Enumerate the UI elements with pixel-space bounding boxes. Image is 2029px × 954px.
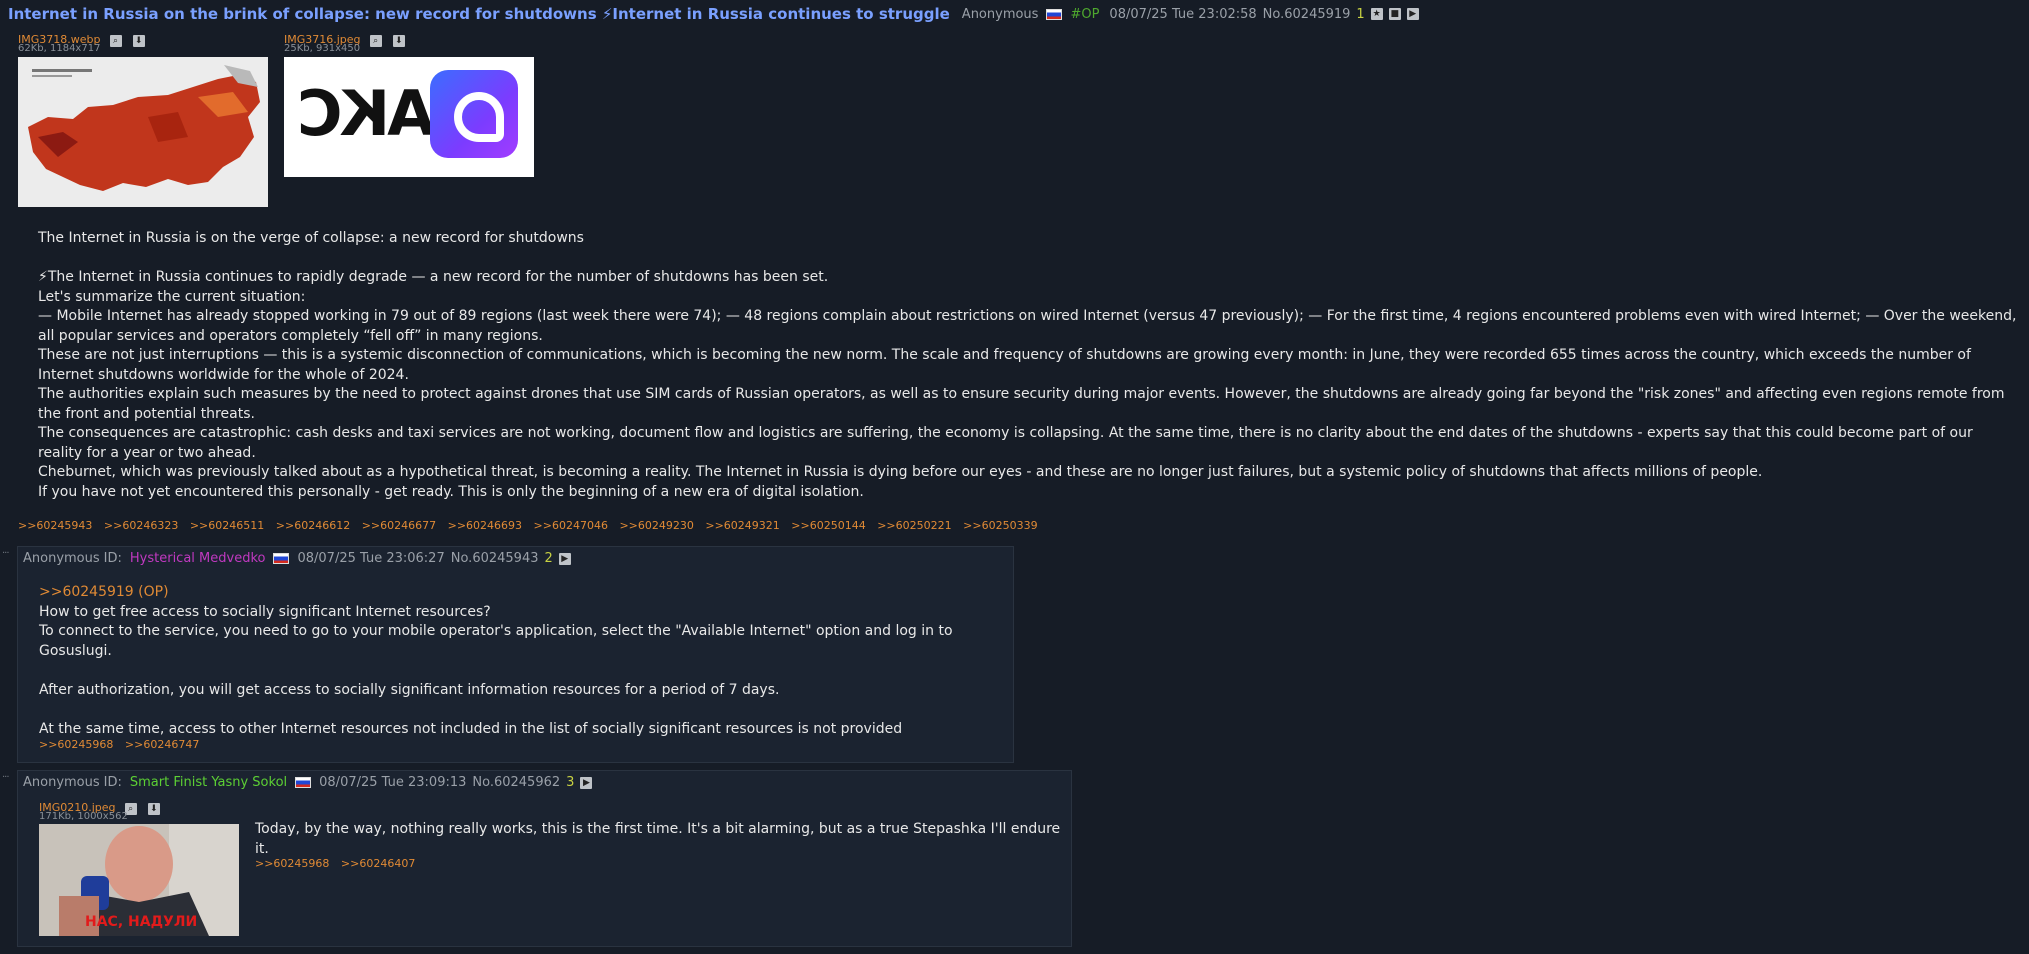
reply-backlinks: >>60245968 >>60246407 (255, 857, 423, 870)
poster-id[interactable]: Hysterical Medvedko (130, 551, 266, 566)
reply-body-blank (39, 700, 1004, 720)
photo-caption: НАС, НАДУЛИ (85, 914, 198, 930)
reply-link[interactable]: >>60249230 (619, 519, 693, 532)
post-author: Anonymous (23, 551, 100, 566)
post-reply-count: 3 (566, 775, 575, 790)
reply-body: >>60245919 (OP) How to get free access t… (39, 583, 1004, 739)
reply-link[interactable]: >>60246407 (341, 857, 415, 870)
op-reply-count: 1 (1356, 6, 1365, 22)
quote-link[interactable]: >>60245919 (OP) (39, 583, 1004, 603)
reply-body-line: How to get free access to socially signi… (39, 603, 491, 620)
op-header: Internet in Russia on the brink of colla… (8, 4, 1425, 24)
hide-icon[interactable]: ■ (1388, 8, 1401, 20)
maks-logo-thumbnail[interactable]: МАКС (284, 57, 534, 177)
russia-flag-icon (1046, 8, 1063, 20)
menu-arrow-icon[interactable]: ▶ (580, 776, 593, 789)
thread-title: Internet in Russia on the brink of colla… (8, 5, 950, 23)
search-icon[interactable]: ⌕ (369, 35, 382, 47)
post-number[interactable]: No.60245943 (451, 551, 539, 566)
op-body-line: Let's summarize the current situation: (38, 288, 306, 305)
reply-link[interactable]: >>60250339 (963, 519, 1037, 532)
reply-link[interactable]: >>60245943 (18, 519, 92, 532)
photo-thumbnail[interactable]: НАС, НАДУЛИ (39, 824, 239, 936)
op-body-line: If you have not yet encountered this per… (38, 483, 864, 500)
russia-map-thumbnail[interactable] (18, 57, 268, 207)
op-post-number[interactable]: No.60245919 (1263, 7, 1351, 22)
op-body-line: The authorities explain such measures by… (38, 386, 2005, 422)
reply-body: Today, by the way, nothing really works,… (255, 820, 1065, 859)
russia-flag-icon (273, 553, 290, 564)
reply-link[interactable]: >>60246612 (276, 519, 350, 532)
download-icon[interactable]: ⬇ (132, 35, 145, 47)
op-body-line: The Internet in Russia is on the verge o… (38, 230, 584, 246)
thread-dots-icon: ··· (2, 772, 9, 783)
file-info: 25Kb, 931x450 (284, 43, 361, 54)
download-icon[interactable]: ⬇ (392, 35, 405, 47)
file-info: 62Kb, 1184x717 (18, 43, 101, 54)
post-author: Anonymous (23, 775, 100, 790)
op-body-line: ⚡The Internet in Russia continues to rap… (38, 269, 829, 285)
thread-dots-icon: ··· (2, 548, 9, 559)
op-body-line: — Mobile Internet has already stopped wo… (38, 308, 2017, 344)
search-icon[interactable]: ⌕ (109, 35, 122, 47)
reply-link[interactable]: >>60245968 (255, 857, 329, 870)
reply-link[interactable]: >>60250221 (877, 519, 951, 532)
reply-link[interactable]: >>60247046 (534, 519, 608, 532)
op-tag: #OP (1070, 6, 1100, 22)
post-datetime: 08/07/25 Tue 23:06:27 (297, 551, 445, 566)
reply-link[interactable]: >>60249321 (705, 519, 779, 532)
reply-header: Anonymous ID: Hysterical Medvedko 08/07/… (23, 551, 577, 566)
reply-backlinks: >>60245968 >>60246747 (39, 738, 207, 751)
reply-body-line: Today, by the way, nothing really works,… (255, 821, 1061, 857)
op-body-line: These are not just interruptions — this … (38, 347, 1971, 383)
op-body-line: The consequences are catastrophic: cash … (38, 425, 1973, 461)
op-body-blank (38, 249, 2018, 269)
reply-link[interactable]: >>60245968 (39, 738, 113, 751)
reply-header: Anonymous ID: Smart Finist Yasny Sokol 0… (23, 775, 598, 790)
reply-body-blank (39, 661, 1004, 681)
reply-body-line: To connect to the service, you need to g… (39, 623, 953, 659)
maks-app-icon (430, 70, 518, 158)
reply-body-line: At the same time, access to other Intern… (39, 720, 903, 737)
poster-id[interactable]: Smart Finist Yasny Sokol (130, 775, 287, 790)
reply-link[interactable]: >>60246511 (190, 519, 264, 532)
menu-arrow-icon[interactable]: ▶ (1406, 8, 1419, 20)
op-body-line: Cheburnet, which was previously talked a… (38, 464, 1763, 480)
download-icon[interactable]: ⬇ (147, 803, 160, 815)
op-body: The Internet in Russia is on the verge o… (38, 229, 2018, 502)
reply-link[interactable]: >>60250144 (791, 519, 865, 532)
reply-link[interactable]: >>60246323 (104, 519, 178, 532)
op-datetime: 08/07/25 Tue 23:02:58 (1109, 6, 1257, 22)
op-author: Anonymous (961, 6, 1039, 22)
reply-body-line: After authorization, you will get access… (39, 681, 780, 698)
op-reply-links: >>60245943 >>60246323 >>60246511 >>60246… (18, 519, 1046, 532)
star-icon[interactable]: ★ (1370, 8, 1383, 20)
post-number[interactable]: No.60245962 (472, 775, 560, 790)
post-reply-count: 2 (544, 551, 553, 566)
id-label: ID: (103, 551, 122, 566)
menu-arrow-icon[interactable]: ▶ (558, 552, 571, 565)
reply-link[interactable]: >>60246747 (125, 738, 199, 751)
id-label: ID: (103, 775, 122, 790)
russia-flag-icon (295, 777, 312, 788)
post-datetime: 08/07/25 Tue 23:09:13 (319, 775, 467, 790)
reply-link[interactable]: >>60246677 (362, 519, 436, 532)
reply-link[interactable]: >>60246693 (448, 519, 522, 532)
file-info: 171Kb, 1000x562 (39, 811, 128, 822)
